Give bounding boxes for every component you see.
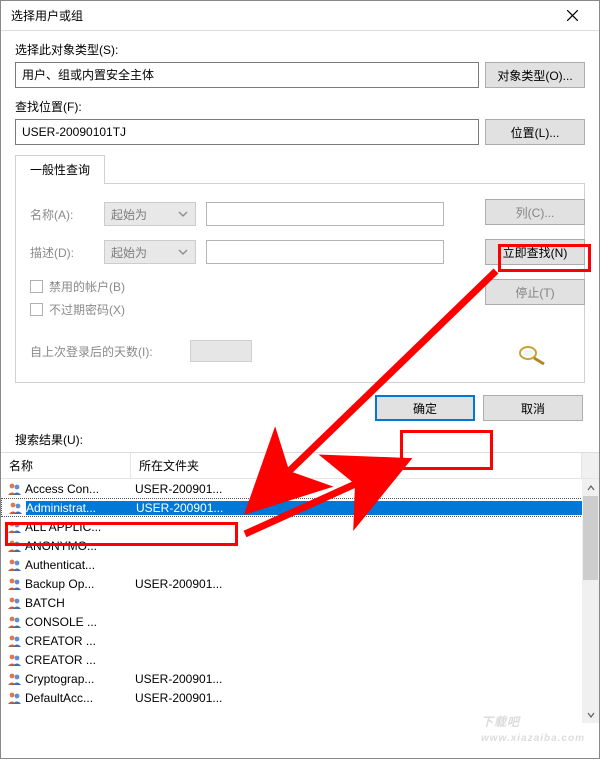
users-icon bbox=[7, 577, 25, 591]
row-name: ANONYMO... bbox=[25, 539, 133, 553]
name-mode-combo[interactable]: 起始为 bbox=[104, 202, 196, 226]
window-title: 选择用户或组 bbox=[11, 7, 549, 24]
row-name: Administrat... bbox=[26, 501, 134, 515]
row-name: ALL APPLIC... bbox=[25, 520, 133, 534]
row-folder: USER-200901... bbox=[133, 577, 599, 591]
row-folder: USER-200901... bbox=[133, 482, 599, 496]
results-label: 搜索结果(U): bbox=[1, 429, 599, 452]
location-input[interactable]: USER-20090101TJ bbox=[15, 119, 479, 145]
close-button[interactable] bbox=[549, 2, 595, 30]
users-icon bbox=[7, 482, 25, 496]
users-icon bbox=[7, 520, 25, 534]
users-icon bbox=[7, 558, 25, 572]
column-folder[interactable]: 所在文件夹 bbox=[131, 453, 582, 478]
row-name: BATCH bbox=[25, 596, 133, 610]
users-icon bbox=[7, 539, 25, 553]
users-icon bbox=[7, 672, 25, 686]
scroll-track[interactable] bbox=[582, 580, 599, 706]
row-name: DefaultAcc... bbox=[25, 691, 133, 705]
watermark-main: 下载吧 bbox=[481, 715, 520, 729]
grid-body: Access Con...USER-200901...Administrat..… bbox=[1, 479, 599, 723]
chevron-down-icon bbox=[178, 247, 188, 257]
titlebar: 选择用户或组 bbox=[1, 1, 599, 31]
table-row[interactable]: Administrat...USER-200901... bbox=[1, 498, 599, 517]
table-row[interactable]: BATCH bbox=[1, 593, 599, 612]
days-input[interactable] bbox=[190, 340, 252, 362]
table-row[interactable]: Cryptograp...USER-200901... bbox=[1, 669, 599, 688]
close-icon bbox=[567, 10, 578, 21]
table-row[interactable]: ANONYMO... bbox=[1, 536, 599, 555]
locations-button[interactable]: 位置(L)... bbox=[485, 119, 585, 145]
disabled-accounts-label: 禁用的帐户(B) bbox=[49, 278, 125, 295]
row-name: Cryptograp... bbox=[25, 672, 133, 686]
table-row[interactable]: CREATOR ... bbox=[1, 631, 599, 650]
watermark-sub: www.xiazaiba.com bbox=[481, 733, 585, 744]
table-row[interactable]: Backup Op...USER-200901... bbox=[1, 574, 599, 593]
name-mode-value: 起始为 bbox=[111, 206, 147, 223]
stop-button[interactable]: 停止(T) bbox=[485, 279, 585, 305]
table-row[interactable]: CREATOR ... bbox=[1, 650, 599, 669]
find-now-button[interactable]: 立即查找(N) bbox=[485, 239, 585, 265]
users-icon bbox=[7, 634, 25, 648]
days-since-login-label: 自上次登录后的天数(I): bbox=[30, 343, 180, 360]
users-icon bbox=[7, 691, 25, 705]
table-row[interactable]: ALL APPLIC... bbox=[1, 517, 599, 536]
row-name: Access Con... bbox=[25, 482, 133, 496]
checkbox-icon bbox=[30, 280, 43, 293]
grid-header: 名称 所在文件夹 bbox=[1, 452, 599, 479]
users-icon bbox=[7, 615, 25, 629]
row-folder: USER-200901... bbox=[133, 672, 599, 686]
row-name: Backup Op... bbox=[25, 577, 133, 591]
name-input[interactable] bbox=[206, 202, 444, 226]
scroll-thumb[interactable] bbox=[583, 496, 598, 580]
ok-button[interactable]: 确定 bbox=[375, 395, 475, 421]
object-type-label: 选择此对象类型(S): bbox=[15, 41, 585, 58]
cancel-button[interactable]: 取消 bbox=[483, 395, 583, 421]
vertical-scrollbar[interactable] bbox=[582, 479, 599, 723]
row-folder: USER-200901... bbox=[134, 501, 598, 515]
scroll-corner bbox=[582, 453, 599, 478]
scroll-up-button[interactable] bbox=[582, 479, 599, 496]
desc-field-label: 描述(D): bbox=[30, 244, 94, 261]
checkbox-icon bbox=[30, 303, 43, 316]
desc-mode-combo[interactable]: 起始为 bbox=[104, 240, 196, 264]
table-row[interactable]: Authenticat... bbox=[1, 555, 599, 574]
column-name[interactable]: 名称 bbox=[1, 453, 131, 478]
users-icon bbox=[7, 596, 25, 610]
object-types-button[interactable]: 对象类型(O)... bbox=[485, 62, 585, 88]
row-name: CONSOLE ... bbox=[25, 615, 133, 629]
name-field-label: 名称(A): bbox=[30, 206, 94, 223]
desc-input[interactable] bbox=[206, 240, 444, 264]
watermark: 下载吧 www.xiazaiba.com bbox=[481, 702, 585, 744]
row-name: Authenticat... bbox=[25, 558, 133, 572]
users-icon bbox=[7, 653, 25, 667]
object-type-input[interactable]: 用户、组或内置安全主体 bbox=[15, 62, 479, 88]
row-name: CREATOR ... bbox=[25, 653, 133, 667]
table-row[interactable]: CONSOLE ... bbox=[1, 612, 599, 631]
chevron-down-icon bbox=[178, 209, 188, 219]
tab-strip: 一般性查询 bbox=[15, 155, 585, 184]
columns-button[interactable]: 列(C)... bbox=[485, 199, 585, 225]
desc-mode-value: 起始为 bbox=[111, 244, 147, 261]
row-name: CREATOR ... bbox=[25, 634, 133, 648]
location-label: 查找位置(F): bbox=[15, 98, 585, 115]
tab-common-queries[interactable]: 一般性查询 bbox=[15, 155, 105, 184]
never-expire-label: 不过期密码(X) bbox=[49, 301, 125, 318]
users-icon bbox=[8, 501, 26, 515]
search-magnifier-icon[interactable] bbox=[514, 342, 546, 368]
table-row[interactable]: Access Con...USER-200901... bbox=[1, 479, 599, 498]
